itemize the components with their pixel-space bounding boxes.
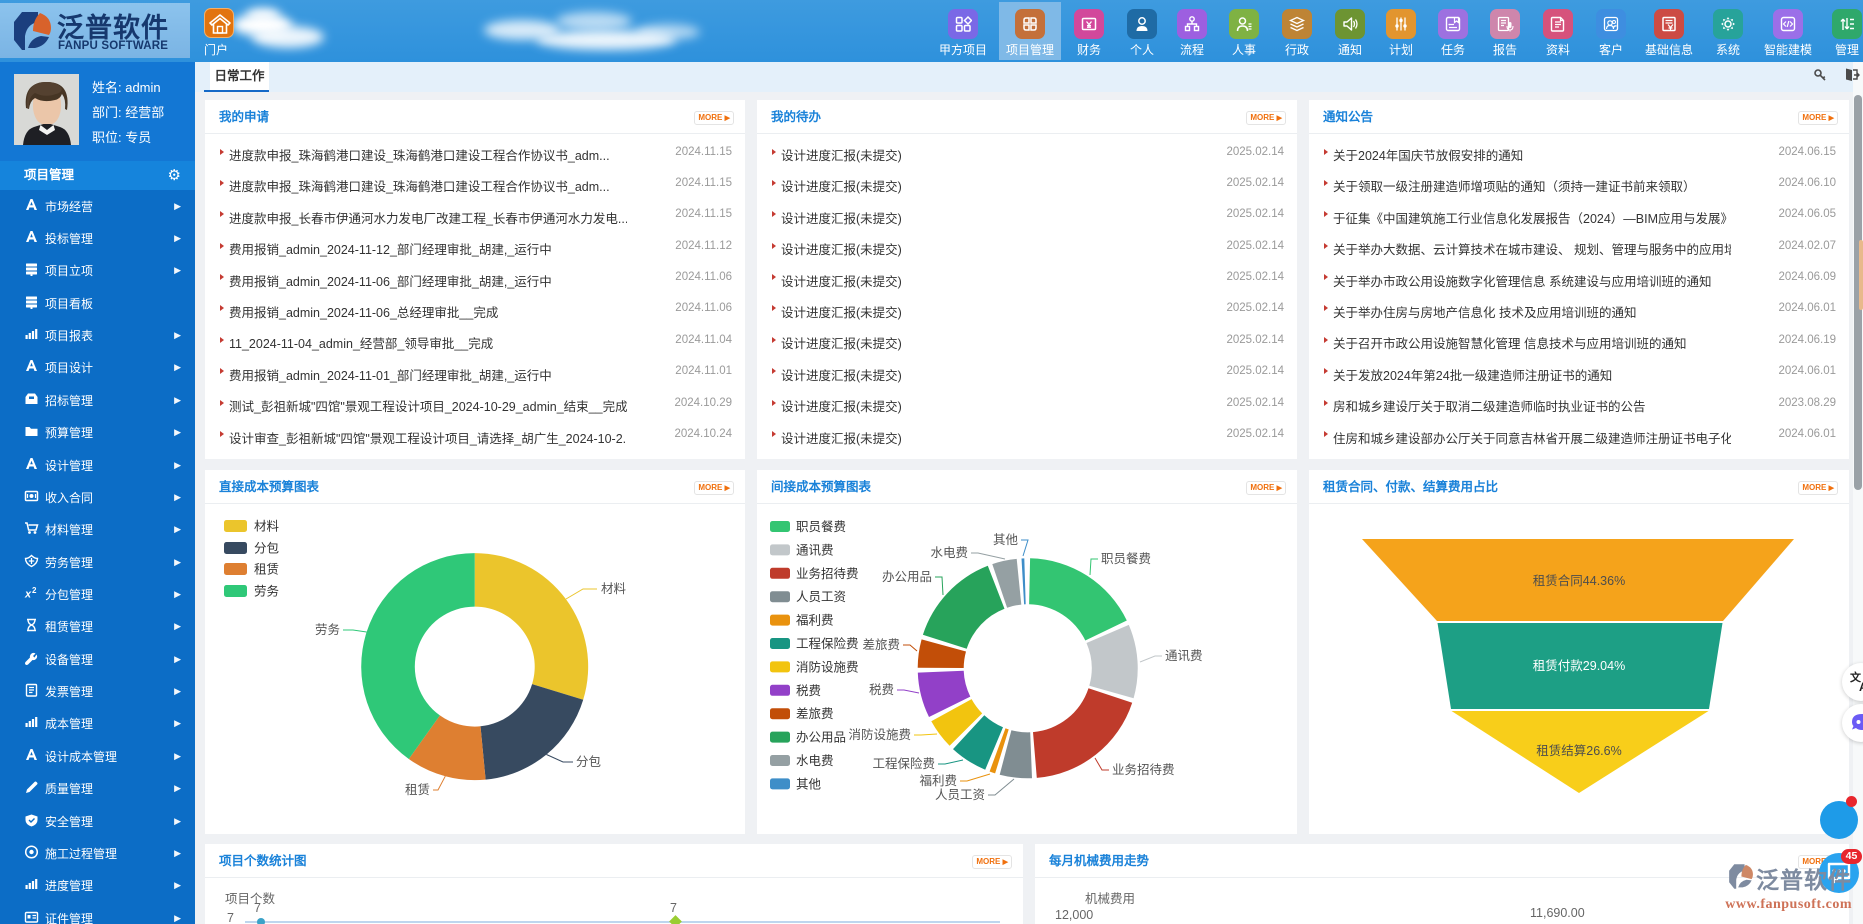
svg-text:2: 2	[32, 586, 37, 595]
svg-text:材料: 材料	[254, 520, 280, 534]
svg-text:福利费: 福利费	[919, 773, 957, 788]
svg-text:工程保险费: 工程保险费	[872, 756, 935, 771]
svg-text:业务招待费: 业务招待费	[1112, 762, 1175, 777]
svg-text:职员餐费: 职员餐费	[796, 519, 846, 534]
svg-text:消防设施费: 消防设施费	[796, 659, 859, 674]
svg-text:业务招待费: 业务招待费	[796, 566, 859, 581]
svg-text:分包: 分包	[254, 542, 279, 556]
svg-text:分包: 分包	[576, 755, 601, 769]
svg-text:劳务: 劳务	[254, 584, 279, 599]
svg-text:7: 7	[670, 901, 677, 915]
svg-text:人员工资: 人员工资	[796, 590, 846, 604]
svg-text:其他: 其他	[796, 777, 822, 791]
svg-text:租赁: 租赁	[405, 783, 430, 797]
svg-text:机械费用: 机械费用	[1085, 891, 1135, 906]
svg-text:差旅费: 差旅费	[796, 707, 834, 721]
svg-text:租赁: 租赁	[254, 563, 279, 577]
svg-text:7: 7	[227, 911, 234, 924]
svg-text:其他: 其他	[993, 533, 1019, 547]
svg-text:7: 7	[254, 901, 261, 915]
svg-text:水电费: 水电费	[796, 754, 834, 768]
svg-text:租赁结算26.6%: 租赁结算26.6%	[1536, 743, 1621, 758]
svg-text:税费: 税费	[869, 683, 894, 697]
svg-text:通讯费: 通讯费	[796, 543, 834, 557]
svg-text:消防设施费: 消防设施费	[848, 727, 911, 742]
svg-text:项目个数: 项目个数	[225, 891, 276, 906]
svg-text:税费: 税费	[796, 684, 821, 698]
svg-text:水电费: 水电费	[930, 546, 968, 560]
svg-text:人员工资: 人员工资	[935, 788, 985, 802]
svg-text:11,690.00: 11,690.00	[1530, 906, 1585, 920]
svg-text:工程保险费: 工程保险费	[796, 636, 859, 651]
svg-text:职员餐费: 职员餐费	[1101, 551, 1151, 566]
svg-text:办公用品: 办公用品	[796, 730, 846, 745]
svg-text:办公用品: 办公用品	[882, 569, 932, 584]
svg-text:福利费: 福利费	[796, 613, 834, 628]
svg-text:x: x	[24, 588, 32, 600]
svg-text:A: A	[1859, 680, 1863, 694]
svg-text:差旅费: 差旅费	[862, 638, 900, 652]
svg-text:租赁付款29.04%: 租赁付款29.04%	[1533, 659, 1625, 673]
svg-text:劳务: 劳务	[315, 622, 340, 637]
svg-text:租赁合同44.36%: 租赁合同44.36%	[1533, 573, 1625, 588]
svg-text:通讯费: 通讯费	[1165, 649, 1203, 663]
svg-text:材料: 材料	[601, 582, 627, 596]
svg-text:12,000: 12,000	[1055, 908, 1093, 922]
